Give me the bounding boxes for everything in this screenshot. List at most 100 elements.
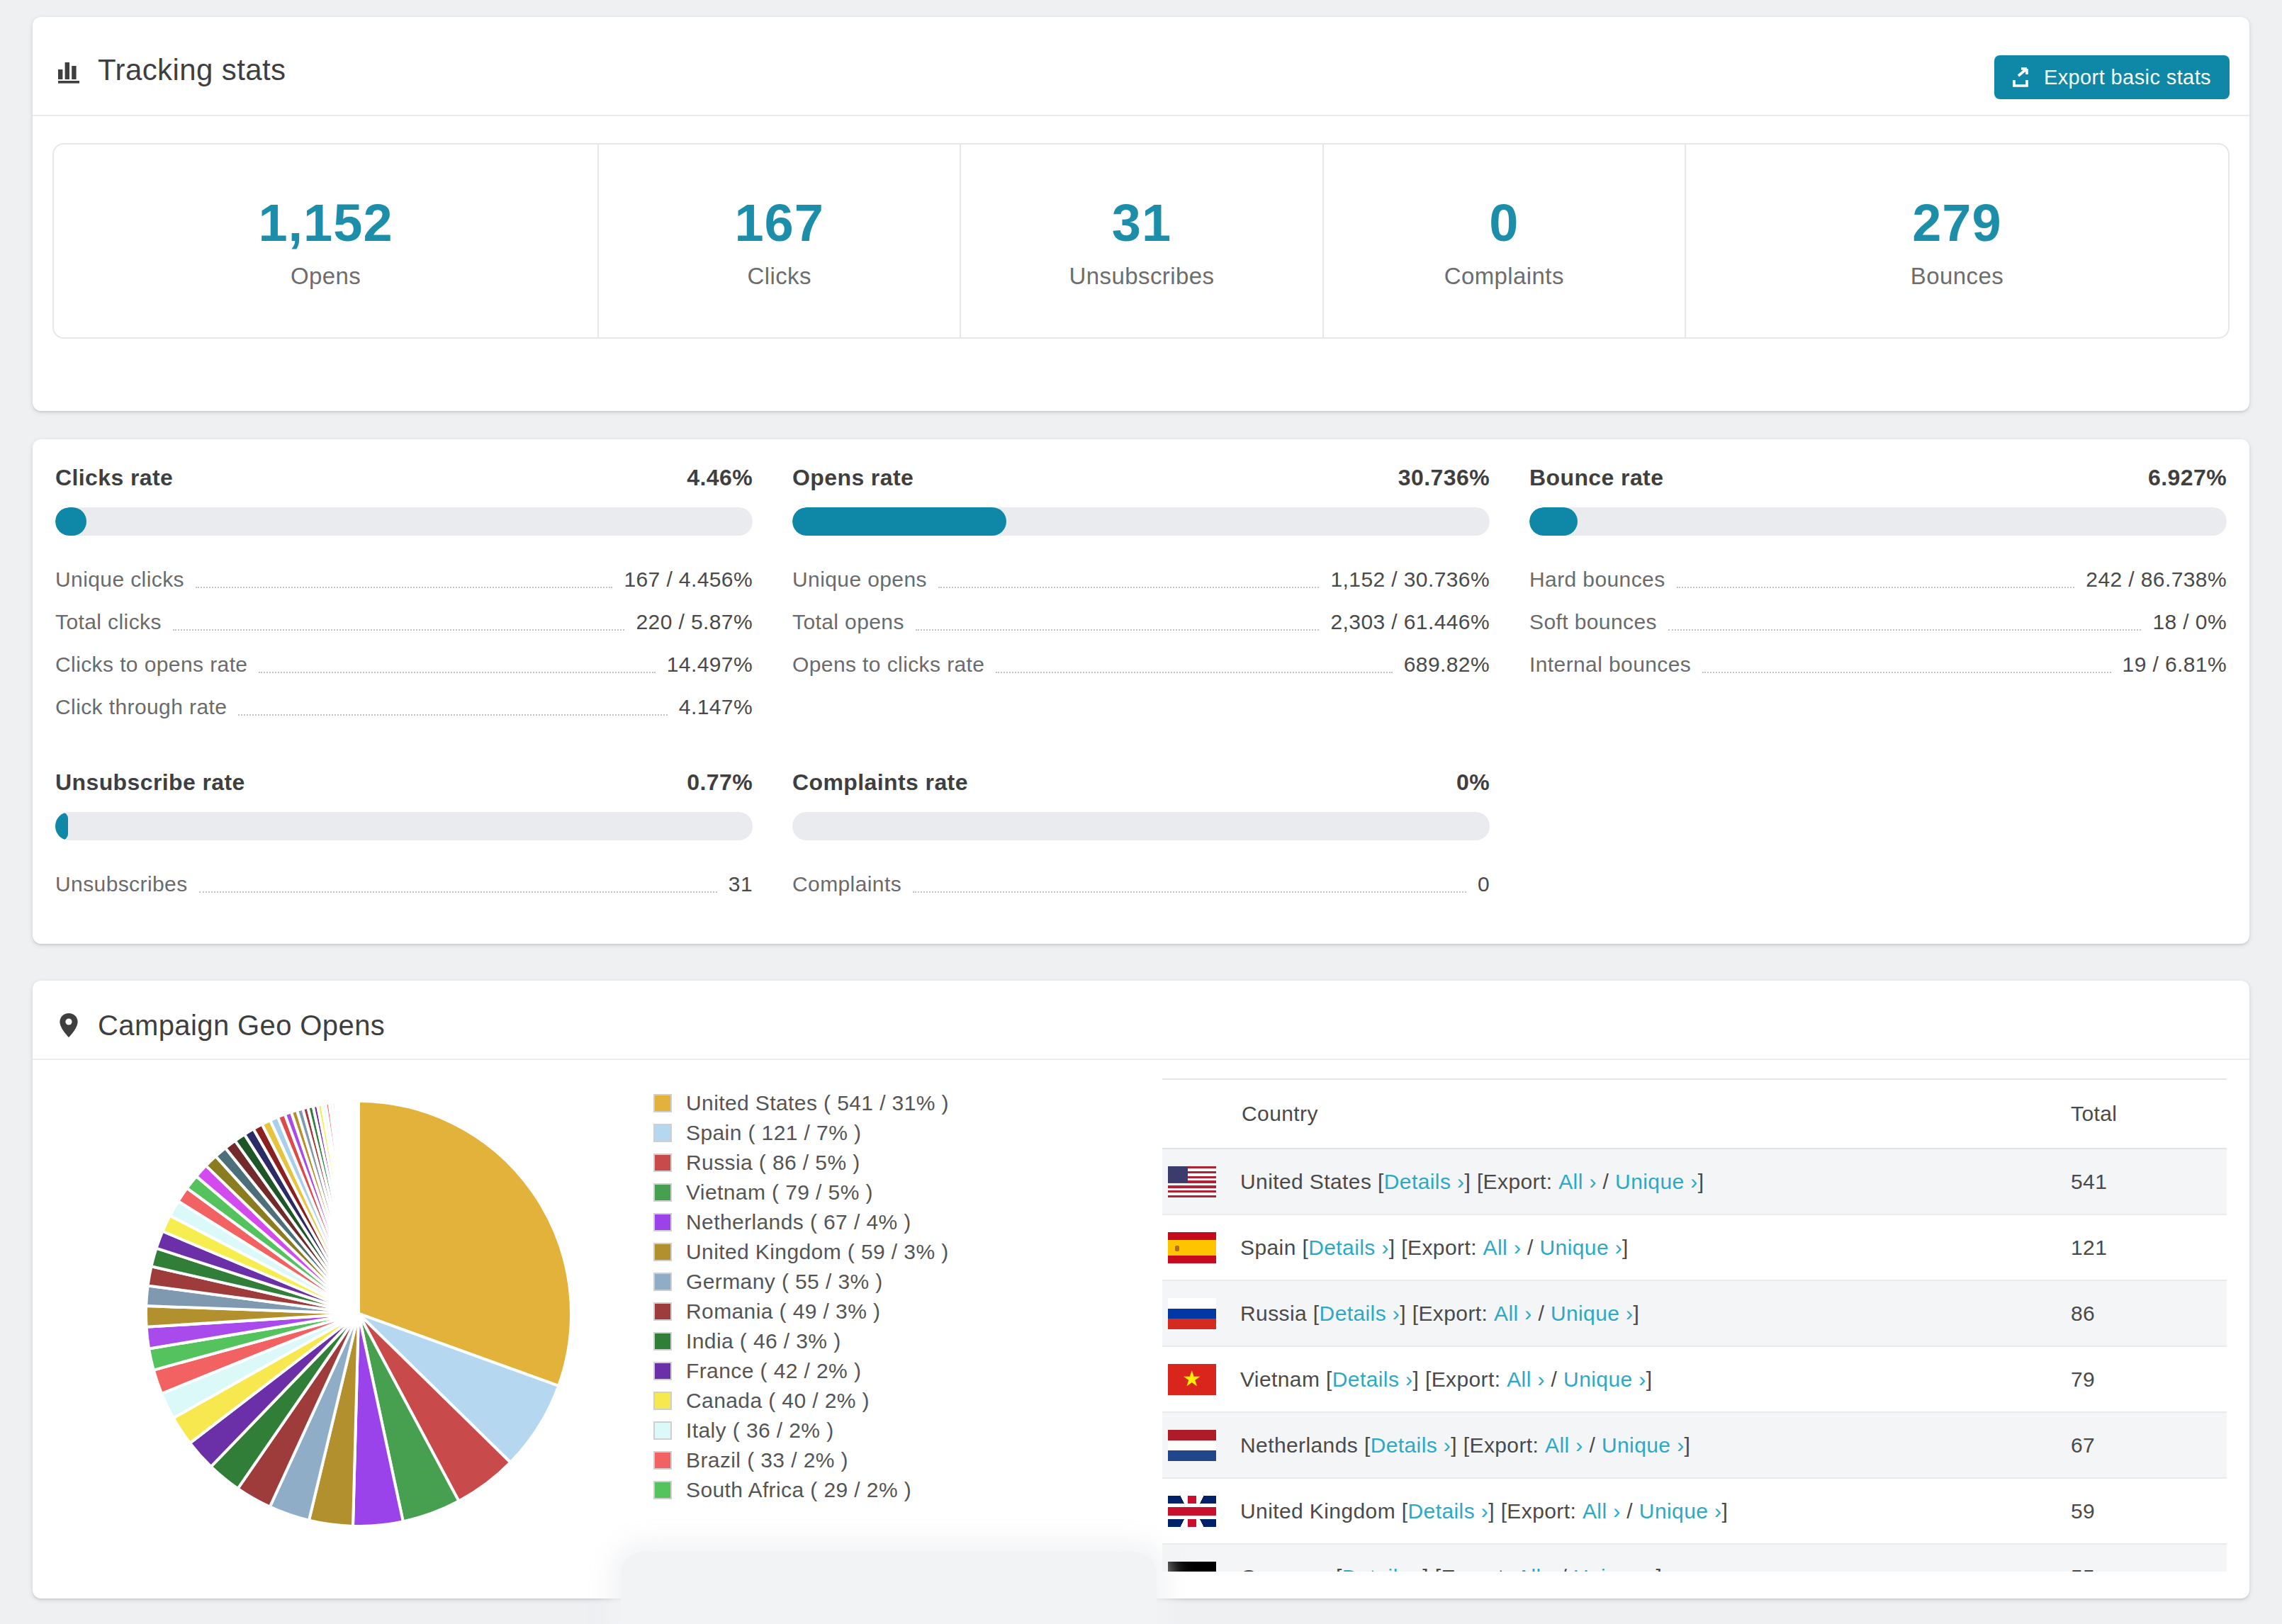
export-all-link[interactable]: All › bbox=[1517, 1565, 1555, 1572]
legend-swatch bbox=[653, 1421, 672, 1440]
rate-detail-row: Complaints0 bbox=[792, 863, 1490, 906]
export-all-link[interactable]: All › bbox=[1507, 1368, 1545, 1392]
campaign-geo-opens-card: Campaign Geo Opens United States ( 541 /… bbox=[33, 981, 2249, 1598]
stat-box-opens: 1,152Opens bbox=[54, 145, 597, 337]
rate-detail-row: Total opens2,303 / 61.446% bbox=[792, 601, 1490, 643]
stat-value: 167 bbox=[734, 193, 824, 253]
legend-swatch bbox=[653, 1124, 672, 1142]
details-link[interactable]: Details › bbox=[1308, 1236, 1389, 1260]
rate-progress-bar bbox=[1529, 507, 2227, 536]
legend-item: United States ( 541 / 31% ) bbox=[653, 1088, 1162, 1118]
es-flag-icon bbox=[1168, 1232, 1216, 1263]
rate-value: 6.927% bbox=[2148, 465, 2227, 491]
details-link[interactable]: Details › bbox=[1332, 1368, 1413, 1392]
geo-table-row-ru: Russia [Details ›] [Export: All › / Uniq… bbox=[1162, 1281, 2227, 1347]
geo-table-row-us: United States [Details ›] [Export: All ›… bbox=[1162, 1149, 2227, 1215]
export-unique-link[interactable]: Unique › bbox=[1639, 1499, 1722, 1523]
export-unique-link[interactable]: Unique › bbox=[1615, 1170, 1698, 1194]
rate-detail-value: 4.147% bbox=[679, 695, 753, 719]
rate-value: 0.77% bbox=[687, 769, 753, 796]
rate-section-complaints-rate: Complaints rate0%Complaints0 bbox=[792, 767, 1490, 906]
rate-detail-label: Opens to clicks rate bbox=[792, 653, 984, 677]
dotted-leader bbox=[199, 890, 717, 893]
export-all-link[interactable]: All › bbox=[1583, 1499, 1621, 1523]
tracking-stats-card: Tracking stats Export basic stats 1,152O… bbox=[33, 17, 2249, 411]
details-link[interactable]: Details › bbox=[1371, 1433, 1451, 1457]
legend-item: Romania ( 49 / 3% ) bbox=[653, 1297, 1162, 1326]
rate-detail-value: 19 / 6.81% bbox=[2123, 653, 2227, 677]
rate-section-opens-rate: Opens rate30.736%Unique opens1,152 / 30.… bbox=[792, 462, 1490, 728]
country-name: Spain [ bbox=[1240, 1236, 1308, 1260]
export-basic-stats-button[interactable]: Export basic stats bbox=[1994, 55, 2230, 99]
stat-value: 1,152 bbox=[258, 193, 393, 253]
export-unique-link[interactable]: Unique › bbox=[1551, 1302, 1634, 1326]
rate-detail-value: 167 / 4.456% bbox=[624, 568, 753, 592]
link-separator: / bbox=[1521, 1236, 1539, 1260]
export-prefix: ] [Export: bbox=[1488, 1499, 1583, 1523]
stat-box-complaints: 0Complaints bbox=[1322, 145, 1685, 337]
export-unique-link[interactable]: Unique › bbox=[1573, 1565, 1656, 1572]
rate-title: Complaints rate bbox=[792, 769, 968, 796]
geo-opens-pie-chart[interactable] bbox=[143, 1098, 574, 1529]
rate-detail-value: 1,152 / 30.736% bbox=[1330, 568, 1490, 592]
export-all-link[interactable]: All › bbox=[1483, 1236, 1522, 1260]
rate-title: Clicks rate bbox=[55, 465, 173, 491]
geo-body: United States ( 541 / 31% ) Spain ( 121 /… bbox=[33, 1060, 2249, 1572]
export-all-link[interactable]: All › bbox=[1558, 1170, 1597, 1194]
export-all-link[interactable]: All › bbox=[1494, 1302, 1532, 1326]
details-link[interactable]: Details › bbox=[1320, 1302, 1400, 1326]
link-separator: / bbox=[1545, 1368, 1563, 1392]
export-prefix: ] [Export: bbox=[1412, 1368, 1507, 1392]
legend-swatch bbox=[653, 1392, 672, 1410]
geo-table-header-row: Country Total bbox=[1162, 1080, 2227, 1149]
legend-label: Vietnam ( 79 / 5% ) bbox=[686, 1180, 873, 1205]
legend-label: Germany ( 55 / 3% ) bbox=[686, 1270, 883, 1294]
rate-detail-label: Hard bounces bbox=[1529, 568, 1665, 592]
rate-detail-value: 689.82% bbox=[1404, 653, 1490, 677]
de-flag-icon bbox=[1168, 1562, 1216, 1572]
country-total: 121 bbox=[2042, 1236, 2227, 1260]
geo-table: Country Total United States [Details ›] … bbox=[1162, 1078, 2227, 1572]
legend-label: France ( 42 / 2% ) bbox=[686, 1359, 861, 1383]
dotted-leader bbox=[938, 585, 1320, 588]
country-total: 86 bbox=[2042, 1302, 2227, 1326]
bracket-close: ] bbox=[1698, 1170, 1704, 1194]
export-prefix: ] [Export: bbox=[1464, 1170, 1558, 1194]
tracking-stats-page: Tracking stats Export basic stats 1,152O… bbox=[0, 0, 2282, 1624]
legend-swatch bbox=[653, 1094, 672, 1112]
export-prefix: ] [Export: bbox=[1389, 1236, 1483, 1260]
rates-grid: Clicks rate4.46%Unique clicks167 / 4.456… bbox=[55, 462, 2227, 906]
link-separator: / bbox=[1532, 1302, 1551, 1326]
campaign-geo-opens-header: Campaign Geo Opens bbox=[33, 981, 2249, 1060]
legend-item: France ( 42 / 2% ) bbox=[653, 1356, 1162, 1386]
details-link[interactable]: Details › bbox=[1342, 1565, 1423, 1572]
us-flag-icon bbox=[1168, 1166, 1216, 1197]
details-link[interactable]: Details › bbox=[1408, 1499, 1489, 1523]
map-marker-icon bbox=[55, 1012, 82, 1039]
rate-detail-row: Total clicks220 / 5.87% bbox=[55, 601, 753, 643]
legend-label: Canada ( 40 / 2% ) bbox=[686, 1389, 870, 1413]
legend-label: United States ( 541 / 31% ) bbox=[686, 1091, 949, 1115]
details-link[interactable]: Details › bbox=[1384, 1170, 1465, 1194]
rate-progress-fill bbox=[1529, 507, 1578, 536]
rate-value: 4.46% bbox=[687, 465, 753, 491]
rate-progress-bar bbox=[792, 507, 1490, 536]
bracket-close: ] bbox=[1633, 1302, 1639, 1326]
export-unique-link[interactable]: Unique › bbox=[1540, 1236, 1623, 1260]
legend-item: Vietnam ( 79 / 5% ) bbox=[653, 1178, 1162, 1207]
campaign-geo-opens-title: Campaign Geo Opens bbox=[98, 1010, 385, 1042]
country-total: 55 bbox=[2042, 1565, 2227, 1572]
legend-item: Spain ( 121 / 7% ) bbox=[653, 1118, 1162, 1148]
legend-item: India ( 46 / 3% ) bbox=[653, 1326, 1162, 1356]
legend-item: Russia ( 86 / 5% ) bbox=[653, 1148, 1162, 1178]
tracking-stats-title: Tracking stats bbox=[98, 53, 286, 87]
export-unique-link[interactable]: Unique › bbox=[1563, 1368, 1646, 1392]
export-all-link[interactable]: All › bbox=[1545, 1433, 1583, 1457]
stat-label: Complaints bbox=[1444, 263, 1564, 290]
export-unique-link[interactable]: Unique › bbox=[1602, 1433, 1685, 1457]
rate-detail-row: Unique opens1,152 / 30.736% bbox=[792, 558, 1490, 601]
country-name: United States [ bbox=[1240, 1170, 1384, 1194]
pie-slice[interactable] bbox=[358, 1101, 359, 1314]
rate-section-bounce-rate: Bounce rate6.927%Hard bounces242 / 86.73… bbox=[1529, 462, 2227, 728]
rate-progress-fill bbox=[55, 812, 68, 840]
